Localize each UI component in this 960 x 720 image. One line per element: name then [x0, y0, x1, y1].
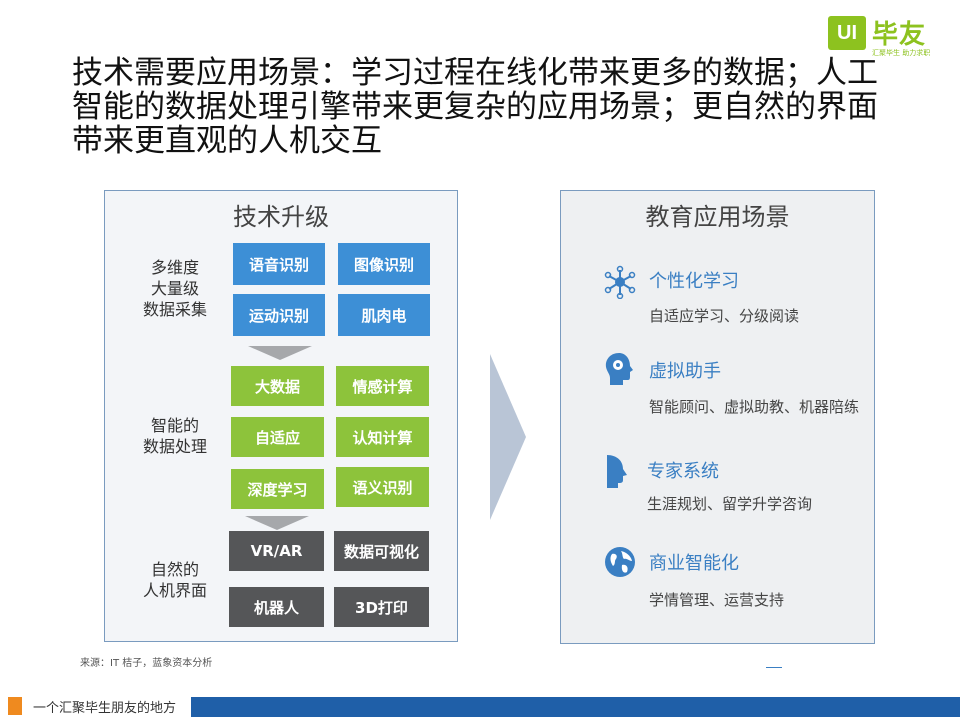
globe-icon	[605, 547, 635, 577]
footer-accent-block	[8, 697, 22, 715]
footer-text: 一个汇聚毕生朋友的地方	[33, 701, 177, 716]
head-gears-icon	[605, 353, 633, 385]
group-label-data-processing: 智能的 数据处理	[142, 416, 207, 456]
item-cognitive-computing: 认知计算	[336, 417, 429, 457]
right-chevron-arrow	[490, 354, 526, 520]
item-motion-recognition: 运动识别	[233, 294, 325, 336]
scenario-desc-1: 自适应学习、分级阅读	[649, 307, 800, 325]
logo-brand-text: 毕友	[872, 20, 927, 50]
down-arrow-2	[245, 516, 309, 530]
item-big-data: 大数据	[231, 366, 324, 406]
head-profile-icon	[607, 455, 627, 488]
scenario-desc-4: 学情管理、运营支持	[649, 591, 785, 609]
item-semantic-recognition: 语义识别	[336, 467, 429, 507]
network-nodes-icon	[604, 265, 636, 299]
item-emg: 肌肉电	[338, 294, 430, 336]
scenario-desc-2: 智能顾问、虚拟助教、机器陪练	[649, 398, 860, 416]
education-scenarios-title: 教育应用场景	[645, 203, 790, 231]
tech-upgrade-panel: 技术升级 多维度 大量级 数据采集 语音识别 图像识别 运动识别 肌肉电 智能的…	[104, 190, 458, 642]
slide-title: 技术需要应用场景：学习过程在线化带来更多的数据；人工智能的数据处理引擎带来更复杂…	[72, 55, 878, 159]
tech-upgrade-title: 技术升级	[233, 203, 329, 231]
scenario-name-2: 虚拟助手	[649, 361, 721, 382]
group-label-data-collection: 多维度 大量级 数据采集	[142, 258, 207, 319]
item-vr-ar: VR/AR	[229, 531, 324, 571]
item-image-recognition: 图像识别	[338, 243, 430, 285]
footer-bar	[191, 697, 960, 717]
brand-logo: UI 毕友 汇聚毕生 助力求职	[828, 14, 938, 57]
item-adaptive: 自适应	[231, 417, 324, 457]
item-deep-learning: 深度学习	[231, 469, 324, 509]
down-arrow-1	[248, 346, 312, 360]
item-speech-recognition: 语音识别	[233, 243, 325, 285]
source-note: 来源：IT 桔子，蓝象资本分析	[80, 658, 213, 669]
scenario-name-4: 商业智能化	[649, 553, 739, 574]
logo-mark: UI	[828, 16, 866, 50]
item-affective-computing: 情感计算	[336, 366, 429, 406]
scenario-desc-3: 生涯规划、留学升学咨询	[647, 495, 813, 513]
decorative-dash	[766, 667, 782, 668]
item-3d-printing: 3D打印	[334, 587, 429, 627]
education-scenarios-panel: 教育应用场景 个性化学习 自适应学习、分级阅读 虚拟助手 智能顾问、虚拟助教、机…	[560, 190, 875, 644]
group-label-natural-interface: 自然的 人机界面	[142, 560, 207, 600]
item-data-visualization: 数据可视化	[334, 531, 429, 571]
scenario-name-3: 专家系统	[647, 461, 719, 482]
item-robot: 机器人	[229, 587, 324, 627]
scenario-name-1: 个性化学习	[649, 271, 739, 292]
